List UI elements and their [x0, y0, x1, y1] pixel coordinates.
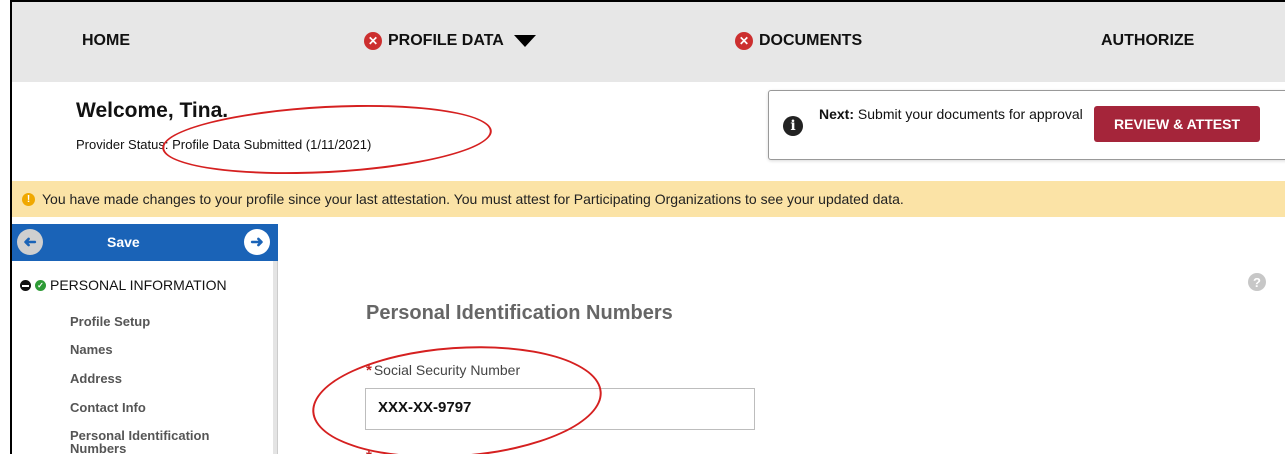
- warning-text: You have made changes to your profile si…: [42, 191, 904, 207]
- app-window: HOME ✕ PROFILE DATA ✕ DOCUMENTS AUTHORIZ…: [10, 0, 1285, 454]
- sidebar-item-personal-identification-numbers[interactable]: Personal Identification Numbers: [70, 429, 250, 454]
- ssn-label-text: Social Security Number: [373, 362, 521, 378]
- sidebar-section-label: PERSONAL INFORMATION: [50, 277, 227, 293]
- required-marker-next: *: [366, 448, 372, 454]
- top-navigation: HOME ✕ PROFILE DATA ✕ DOCUMENTS AUTHORIZ…: [12, 2, 1285, 82]
- help-icon[interactable]: ?: [1248, 273, 1266, 291]
- nav-profile-data-label: PROFILE DATA: [388, 32, 504, 49]
- sidebar-item-profile-setup[interactable]: Profile Setup: [70, 314, 150, 329]
- dropdown-caret-icon: [513, 35, 536, 47]
- info-icon: i: [783, 116, 803, 136]
- back-arrow-icon[interactable]: ➜: [17, 229, 43, 255]
- nav-authorize-label: AUTHORIZE: [1101, 32, 1195, 49]
- provider-status-value: Profile Data Submitted (1/11/2021): [172, 137, 372, 152]
- sidebar-item-names[interactable]: Names: [70, 342, 113, 357]
- nav-profile-data[interactable]: ✕ PROFILE DATA: [364, 32, 536, 50]
- nav-home-label: HOME: [82, 32, 130, 49]
- save-button[interactable]: Save: [107, 234, 140, 250]
- nav-documents[interactable]: ✕ DOCUMENTS: [735, 32, 862, 50]
- welcome-title: Welcome, Tina.: [76, 99, 229, 122]
- complete-check-icon: ✓: [35, 279, 46, 291]
- section-title: Personal Identification Numbers: [366, 302, 673, 324]
- sidebar-section-personal-information[interactable]: ✓ PERSONAL INFORMATION: [20, 277, 227, 293]
- error-x-icon: ✕: [735, 32, 753, 50]
- collapse-minus-icon: [20, 279, 31, 291]
- next-step-message: Submit your documents for approval: [857, 106, 1083, 122]
- required-marker: *: [366, 362, 372, 379]
- provider-status: Provider Status: Profile Data Submitted …: [76, 137, 371, 152]
- next-step-text: Next: Submit your documents for approval: [819, 106, 1089, 123]
- error-x-icon: ✕: [364, 32, 382, 50]
- nav-authorize[interactable]: AUTHORIZE: [1101, 32, 1194, 50]
- sidebar-item-contact-info[interactable]: Contact Info: [70, 400, 146, 415]
- warning-icon: !: [22, 192, 35, 206]
- save-bar: ➜ Save ➜: [12, 224, 278, 261]
- provider-status-label: Provider Status:: [76, 137, 169, 152]
- sidebar-item-address[interactable]: Address: [70, 371, 122, 386]
- nav-home[interactable]: HOME: [82, 32, 130, 50]
- ssn-label: * Social Security Number: [366, 362, 520, 379]
- next-step-panel: i Next: Submit your documents for approv…: [768, 90, 1285, 160]
- sidebar-nav: ✓ PERSONAL INFORMATION Profile Setup Nam…: [12, 261, 278, 454]
- next-step-lead: Next:: [819, 106, 855, 122]
- review-attest-button[interactable]: REVIEW & ATTEST: [1094, 106, 1260, 142]
- nav-documents-label: DOCUMENTS: [759, 32, 863, 49]
- warning-banner: ! You have made changes to your profile …: [12, 181, 1285, 217]
- forward-arrow-icon[interactable]: ➜: [244, 229, 270, 255]
- ssn-field[interactable]: XXX-XX-9797: [365, 388, 755, 430]
